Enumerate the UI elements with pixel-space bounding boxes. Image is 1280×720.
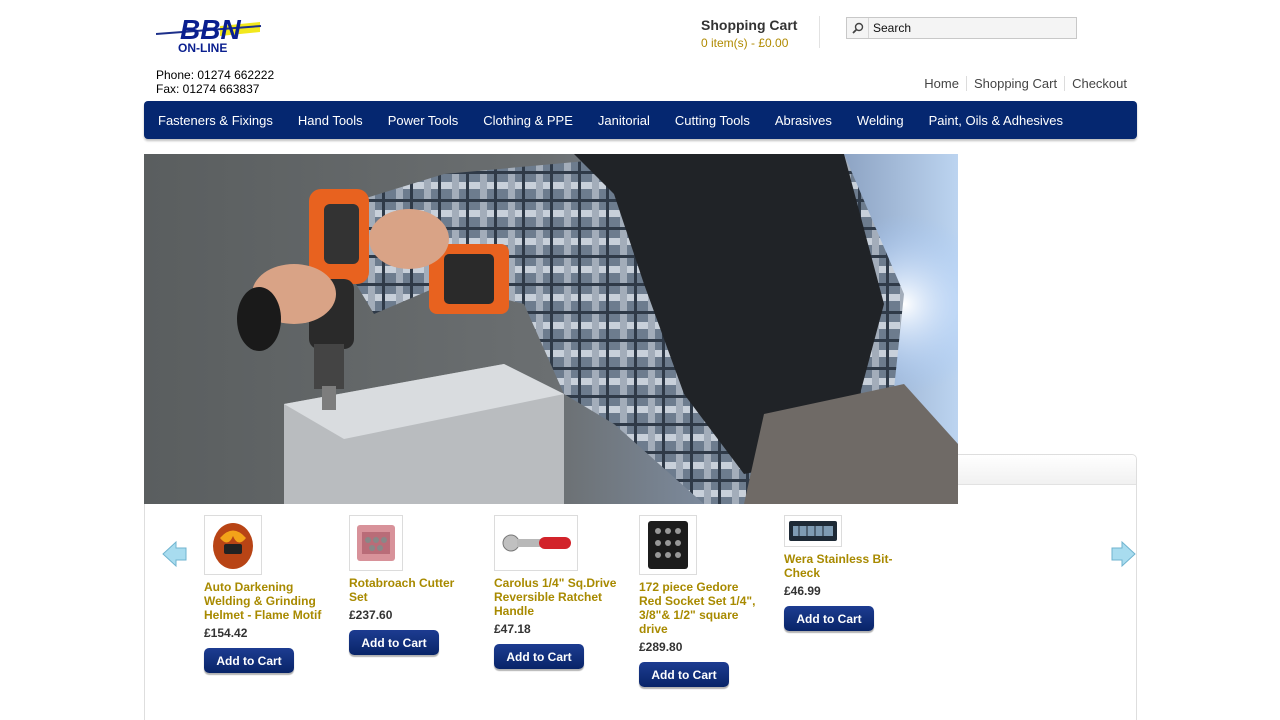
link-checkout[interactable]: Checkout (1064, 76, 1127, 91)
phone-number: Phone: 01274 662222 (156, 68, 275, 82)
product-price: £237.60 (349, 608, 393, 622)
product-thumbnail[interactable] (784, 515, 842, 547)
nav-clothing-ppe[interactable]: Clothing & PPE (483, 113, 573, 128)
link-home[interactable]: Home (917, 76, 966, 91)
product-thumbnail[interactable] (349, 515, 403, 571)
add-to-cart-button[interactable]: Add to Cart (349, 630, 439, 655)
shopping-cart-title[interactable]: Shopping Cart (701, 17, 797, 33)
product-name[interactable]: Wera Stainless Bit-Check (784, 552, 909, 580)
hero-banner-image[interactable] (144, 154, 958, 504)
site-logo[interactable]: BBN ON-LINE (155, 12, 266, 56)
product-price: £154.42 (204, 626, 248, 640)
product-card: Auto Darkening Welding & Grinding Helmet… (204, 515, 329, 673)
product-name[interactable]: Carolus 1/4" Sq.Drive Reversible Ratchet… (494, 576, 619, 618)
product-thumbnail[interactable] (204, 515, 262, 575)
add-to-cart-button[interactable]: Add to Cart (204, 648, 294, 673)
product-price: £289.80 (639, 640, 683, 654)
header-divider (819, 16, 820, 48)
cart-item-count[interactable]: 0 item(s) - £0.00 (701, 36, 797, 50)
add-to-cart-button[interactable]: Add to Cart (494, 644, 584, 669)
shopping-cart-summary[interactable]: Shopping Cart 0 item(s) - £0.00 (701, 17, 797, 50)
nav-cutting-tools[interactable]: Cutting Tools (675, 113, 750, 128)
add-to-cart-button[interactable]: Add to Cart (784, 606, 874, 631)
search-input[interactable] (869, 21, 1069, 35)
product-name[interactable]: Auto Darkening Welding & Grinding Helmet… (204, 580, 329, 622)
product-thumbnail[interactable] (639, 515, 697, 575)
link-shopping-cart[interactable]: Shopping Cart (965, 76, 1064, 91)
product-card: Wera Stainless Bit-Check £46.99 Add to C… (784, 515, 909, 631)
product-price: £47.18 (494, 622, 531, 636)
carousel-next-arrow-icon[interactable] (1111, 540, 1137, 568)
product-price: £46.99 (784, 584, 821, 598)
nav-welding[interactable]: Welding (857, 113, 904, 128)
product-card: Carolus 1/4" Sq.Drive Reversible Ratchet… (494, 515, 619, 669)
product-name[interactable]: Rotabroach Cutter Set (349, 576, 474, 604)
fax-number: Fax: 01274 663837 (156, 82, 260, 96)
nav-paint-oils-adhesives[interactable]: Paint, Oils & Adhesives (929, 113, 1063, 128)
search-icon[interactable] (847, 18, 869, 38)
logo-text-bottom: ON-LINE (178, 41, 227, 55)
search-box[interactable] (846, 17, 1077, 39)
contact-info: Phone: 01274 662222 Fax: 01274 663837 (156, 68, 274, 96)
nav-hand-tools[interactable]: Hand Tools (298, 113, 363, 128)
nav-abrasives[interactable]: Abrasives (775, 113, 832, 128)
nav-power-tools[interactable]: Power Tools (388, 113, 459, 128)
product-thumbnail[interactable] (494, 515, 578, 571)
add-to-cart-button[interactable]: Add to Cart (639, 662, 729, 687)
top-links: Home Shopping Cart Checkout (917, 76, 1127, 91)
product-name[interactable]: 172 piece Gedore Red Socket Set 1/4", 3/… (639, 580, 764, 636)
nav-janitorial[interactable]: Janitorial (598, 113, 650, 128)
main-navigation: Fasteners & Fixings Hand Tools Power Too… (144, 101, 1137, 139)
product-card: Rotabroach Cutter Set £237.60 Add to Car… (349, 515, 474, 655)
product-card: 172 piece Gedore Red Socket Set 1/4", 3/… (639, 515, 764, 687)
nav-fasteners-fixings[interactable]: Fasteners & Fixings (158, 113, 273, 128)
carousel-prev-arrow-icon[interactable] (161, 540, 187, 568)
